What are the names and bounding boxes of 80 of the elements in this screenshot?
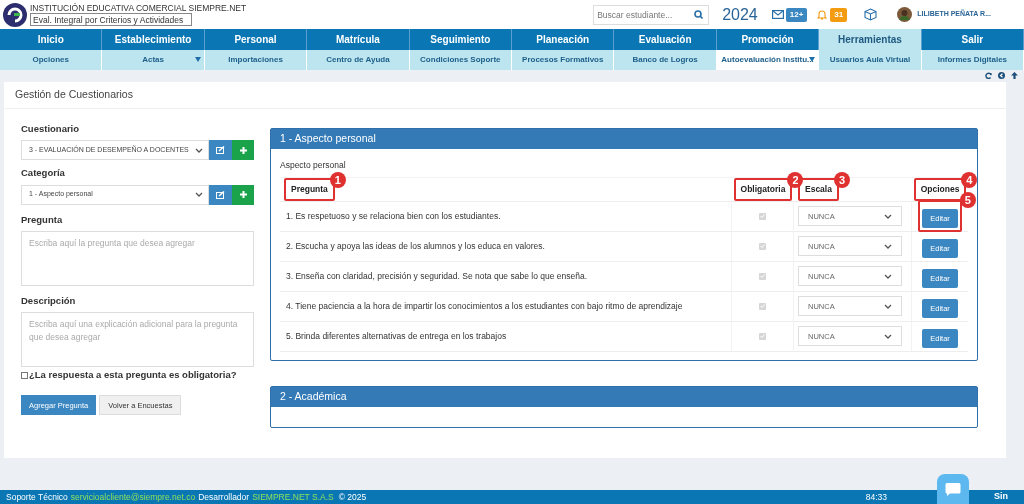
caret-icon xyxy=(884,333,892,339)
nav-tab[interactable]: Seguimiento xyxy=(409,29,513,50)
refresh-icon xyxy=(985,72,992,79)
developer-link[interactable]: SIEMPRE.NET S.A.S xyxy=(252,490,334,504)
caret-icon xyxy=(884,303,892,309)
footer-text: Desarrollador xyxy=(198,490,250,504)
back-icon xyxy=(998,72,1005,79)
question-text: 2. Escucha y apoya las ideas de los alumnos y los educa en valores. xyxy=(286,239,545,253)
question-text: 1. Es respetuoso y se relaciona bien con los estudiantes. xyxy=(286,209,501,223)
checkbox[interactable] xyxy=(21,371,28,379)
panel-title: Gestión de Cuestionarios xyxy=(15,87,133,103)
category-title: 1 - Aspecto personal xyxy=(280,131,376,147)
edit-icon xyxy=(216,190,225,199)
submenu-item[interactable]: Autoevaluación Institu... xyxy=(716,50,820,70)
nav-tab[interactable]: Promoción xyxy=(716,29,820,50)
year-label: 2024 xyxy=(722,4,758,25)
cube-icon xyxy=(864,8,878,21)
message-count-badge: 12+ xyxy=(785,7,808,22)
edit-button[interactable] xyxy=(209,184,232,205)
field-label: Cuestionario xyxy=(21,122,81,136)
plus-icon xyxy=(239,146,247,154)
plus-icon xyxy=(239,191,247,198)
question-text: 5. Brinda diferentes alternativas de entrega en los trabajos xyxy=(286,329,507,343)
copyright-text: © 2025 xyxy=(338,490,367,504)
field-label: Pregunta xyxy=(21,212,64,227)
caret-icon xyxy=(195,147,203,153)
edit-button[interactable] xyxy=(209,140,232,161)
nav-tab[interactable]: Planeación xyxy=(512,29,615,50)
edit-icon xyxy=(216,146,225,155)
chat-bubble-icon xyxy=(945,482,961,496)
search-icon xyxy=(694,10,704,19)
submenu-item[interactable]: Procesos Formativos xyxy=(512,50,615,70)
text-area[interactable]: Escriba aquí una explicación adicional para la pregunta que desea agregar xyxy=(21,312,254,367)
up-arrow-icon xyxy=(1011,72,1018,79)
nav-tab[interactable]: Salir xyxy=(921,29,1024,50)
question-text: 4. Tiene paciencia a la hora de impartir los conocimientos a los estudiantes con bajo ritmo de aprendizaje xyxy=(286,299,683,313)
mode-select[interactable]: Eval. Integral por Criterios y Actividades xyxy=(30,13,192,26)
search-field[interactable]: Buscar estudiante... xyxy=(593,4,710,25)
envelope-icon xyxy=(771,10,784,19)
submenu-item[interactable]: Importaciones xyxy=(204,50,308,70)
add-button[interactable] xyxy=(232,140,254,161)
question-text: 3. Enseña con claridad, precisión y seguridad. Se nota que sabe lo que enseña. xyxy=(286,269,587,283)
submenu-item[interactable]: Banco de Logros xyxy=(614,50,717,70)
footer-text: Soporte Técnico xyxy=(6,490,68,504)
submenu-item[interactable]: Actas xyxy=(102,50,205,70)
submenu-item[interactable]: Centro de Ayuda xyxy=(307,50,410,70)
nav-tab[interactable]: Evaluación xyxy=(614,29,717,50)
callout-badge: 5 xyxy=(959,192,976,209)
caret-icon xyxy=(884,273,892,279)
chat-button[interactable] xyxy=(937,474,969,504)
category-subtitle: Aspecto personal xyxy=(280,159,346,172)
timer-text: 84:33 xyxy=(865,490,887,504)
brand-text: Sin xyxy=(994,490,1008,504)
bell-icon xyxy=(817,9,828,20)
avatar-icon xyxy=(897,7,913,22)
submenu-item[interactable]: Usuarios Aula Virtual xyxy=(819,50,922,70)
nav-tab[interactable]: Establecimiento xyxy=(102,29,205,50)
callout-badge: 4 xyxy=(961,171,978,188)
submenu-item[interactable]: Condiciones Soporte xyxy=(409,50,513,70)
nav-tab[interactable]: Herramientas xyxy=(819,29,922,50)
caret-icon xyxy=(884,213,892,219)
callout-badge: 1 xyxy=(329,171,346,188)
text-area[interactable]: Escriba aquí la pregunta que desea agregar xyxy=(21,230,254,286)
submenu-item[interactable]: Informes Digitales xyxy=(921,50,1024,70)
callout-badge: 3 xyxy=(833,171,850,188)
email-link[interactable]: servicioalcliente@siempre.net.co xyxy=(70,490,196,504)
checkbox-label: ¿La respuesta a esta pregunta es obligatoria? xyxy=(29,368,237,382)
nav-tab[interactable]: Inicio xyxy=(0,29,103,50)
field-label: Descripción xyxy=(21,293,77,308)
add-button[interactable] xyxy=(232,184,254,205)
callout-badge: 2 xyxy=(787,171,804,188)
category-title: 2 - Académica xyxy=(280,388,347,404)
field-label: Categoría xyxy=(21,166,66,181)
caret-icon xyxy=(884,243,892,249)
nav-tab[interactable]: Matrícula xyxy=(307,29,410,50)
submenu-item[interactable]: Opciones xyxy=(0,50,103,70)
nav-tab[interactable]: Personal xyxy=(204,29,308,50)
notification-count-badge: 31 xyxy=(830,7,848,22)
caret-icon xyxy=(195,192,203,197)
institution-name: INSTITUCIÓN EDUCATIVA COMERCIAL SIEMPRE.NET xyxy=(30,3,247,13)
